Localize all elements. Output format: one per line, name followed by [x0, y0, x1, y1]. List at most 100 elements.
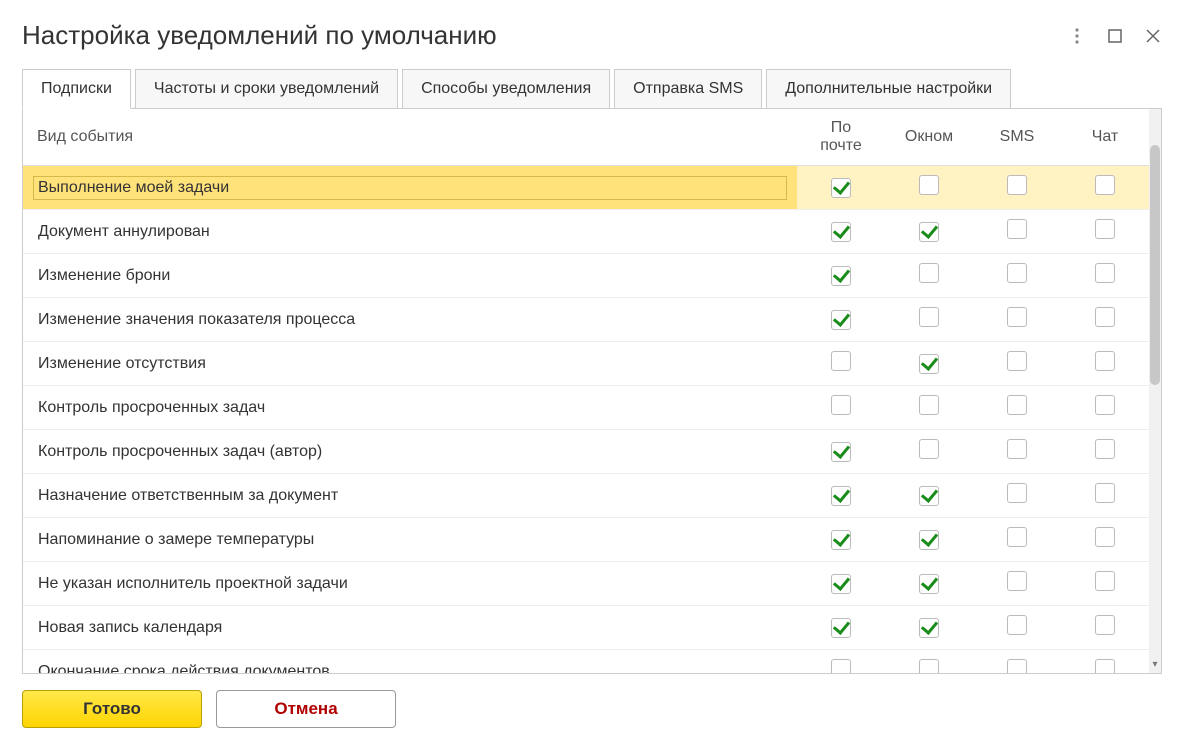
- event-cell[interactable]: Изменение брони: [23, 254, 797, 298]
- cancel-button[interactable]: Отмена: [216, 690, 396, 728]
- header-event[interactable]: Вид события: [23, 109, 797, 166]
- sms-checkbox[interactable]: [1007, 395, 1027, 415]
- sms-checkbox[interactable]: [1007, 219, 1027, 239]
- table-row[interactable]: Контроль просроченных задач: [23, 386, 1149, 430]
- tab-2[interactable]: Способы уведомления: [402, 69, 610, 108]
- email-cell: [797, 518, 885, 562]
- sms-checkbox[interactable]: [1007, 527, 1027, 547]
- chat-checkbox[interactable]: [1095, 175, 1115, 195]
- table-row[interactable]: Не указан исполнитель проектной задачи: [23, 562, 1149, 606]
- window-checkbox[interactable]: [919, 354, 939, 374]
- event-cell[interactable]: Новая запись календаря: [23, 606, 797, 650]
- table-row[interactable]: Новая запись календаря: [23, 606, 1149, 650]
- event-cell[interactable]: Изменение отсутствия: [23, 342, 797, 386]
- chat-checkbox[interactable]: [1095, 395, 1115, 415]
- event-cell[interactable]: Изменение значения показателя процесса: [23, 298, 797, 342]
- window-checkbox[interactable]: [919, 659, 939, 673]
- email-checkbox[interactable]: [831, 442, 851, 462]
- window-checkbox[interactable]: [919, 574, 939, 594]
- email-checkbox[interactable]: [831, 486, 851, 506]
- chat-checkbox[interactable]: [1095, 219, 1115, 239]
- email-checkbox[interactable]: [831, 178, 851, 198]
- chat-checkbox[interactable]: [1095, 351, 1115, 371]
- sms-cell: [973, 606, 1061, 650]
- chat-checkbox[interactable]: [1095, 571, 1115, 591]
- sms-checkbox[interactable]: [1007, 439, 1027, 459]
- event-cell[interactable]: Выполнение моей задачи: [23, 166, 797, 210]
- email-checkbox[interactable]: [831, 310, 851, 330]
- table-row[interactable]: Контроль просроченных задач (автор): [23, 430, 1149, 474]
- event-cell[interactable]: Контроль просроченных задач (автор): [23, 430, 797, 474]
- chat-cell: [1061, 650, 1149, 674]
- event-cell[interactable]: Контроль просроченных задач: [23, 386, 797, 430]
- window-checkbox[interactable]: [919, 486, 939, 506]
- email-checkbox[interactable]: [831, 618, 851, 638]
- event-cell[interactable]: Не указан исполнитель проектной задачи: [23, 562, 797, 606]
- maximize-icon[interactable]: [1106, 27, 1124, 45]
- tab-0[interactable]: Подписки: [22, 69, 131, 109]
- table-row[interactable]: Документ аннулирован: [23, 210, 1149, 254]
- table-row[interactable]: Напоминание о замере температуры: [23, 518, 1149, 562]
- email-checkbox[interactable]: [831, 530, 851, 550]
- sms-checkbox[interactable]: [1007, 483, 1027, 503]
- ok-button[interactable]: Готово: [22, 690, 202, 728]
- sms-checkbox[interactable]: [1007, 351, 1027, 371]
- kebab-menu-icon[interactable]: [1068, 27, 1086, 45]
- window-checkbox[interactable]: [919, 618, 939, 638]
- chat-checkbox[interactable]: [1095, 439, 1115, 459]
- chat-checkbox[interactable]: [1095, 483, 1115, 503]
- event-cell[interactable]: Окончание срока действия документов: [23, 650, 797, 674]
- event-cell[interactable]: Назначение ответственным за документ: [23, 474, 797, 518]
- scrollbar-down-arrow[interactable]: ▾: [1149, 657, 1161, 671]
- scrollbar-thumb[interactable]: [1150, 145, 1160, 385]
- event-cell[interactable]: Документ аннулирован: [23, 210, 797, 254]
- window-checkbox[interactable]: [919, 175, 939, 195]
- header-email[interactable]: По почте: [797, 109, 885, 166]
- email-checkbox[interactable]: [831, 222, 851, 242]
- tab-4[interactable]: Дополнительные настройки: [766, 69, 1011, 108]
- chat-checkbox[interactable]: [1095, 527, 1115, 547]
- window-cell: [885, 342, 973, 386]
- window-checkbox[interactable]: [919, 222, 939, 242]
- email-cell: [797, 606, 885, 650]
- email-checkbox[interactable]: [831, 351, 851, 371]
- email-checkbox[interactable]: [831, 659, 851, 673]
- event-label: Не указан исполнитель проектной задачи: [37, 572, 783, 596]
- sms-cell: [973, 650, 1061, 674]
- chat-checkbox[interactable]: [1095, 615, 1115, 635]
- table-row[interactable]: Изменение отсутствия: [23, 342, 1149, 386]
- chat-checkbox[interactable]: [1095, 263, 1115, 283]
- tab-3[interactable]: Отправка SMS: [614, 69, 762, 108]
- close-icon[interactable]: [1144, 27, 1162, 45]
- table-row[interactable]: Изменение брони: [23, 254, 1149, 298]
- sms-checkbox[interactable]: [1007, 175, 1027, 195]
- window-cell: [885, 386, 973, 430]
- window-checkbox[interactable]: [919, 263, 939, 283]
- chat-checkbox[interactable]: [1095, 659, 1115, 673]
- sms-cell: [973, 210, 1061, 254]
- table-row[interactable]: Изменение значения показателя процесса: [23, 298, 1149, 342]
- sms-checkbox[interactable]: [1007, 263, 1027, 283]
- event-cell[interactable]: Напоминание о замере температуры: [23, 518, 797, 562]
- window-cell: [885, 298, 973, 342]
- window-checkbox[interactable]: [919, 439, 939, 459]
- tab-1[interactable]: Частоты и сроки уведомлений: [135, 69, 398, 108]
- email-checkbox[interactable]: [831, 574, 851, 594]
- sms-checkbox[interactable]: [1007, 659, 1027, 673]
- table-row[interactable]: Выполнение моей задачи: [23, 166, 1149, 210]
- header-chat[interactable]: Чат: [1061, 109, 1149, 166]
- header-window[interactable]: Окном: [885, 109, 973, 166]
- email-checkbox[interactable]: [831, 266, 851, 286]
- table-row[interactable]: Окончание срока действия документов: [23, 650, 1149, 674]
- window-checkbox[interactable]: [919, 307, 939, 327]
- email-checkbox[interactable]: [831, 395, 851, 415]
- sms-checkbox[interactable]: [1007, 307, 1027, 327]
- window-checkbox[interactable]: [919, 530, 939, 550]
- table-row[interactable]: Назначение ответственным за документ: [23, 474, 1149, 518]
- window-checkbox[interactable]: [919, 395, 939, 415]
- header-sms[interactable]: SMS: [973, 109, 1061, 166]
- chat-checkbox[interactable]: [1095, 307, 1115, 327]
- sms-checkbox[interactable]: [1007, 615, 1027, 635]
- sms-checkbox[interactable]: [1007, 571, 1027, 591]
- vertical-scrollbar[interactable]: ▾: [1149, 109, 1161, 673]
